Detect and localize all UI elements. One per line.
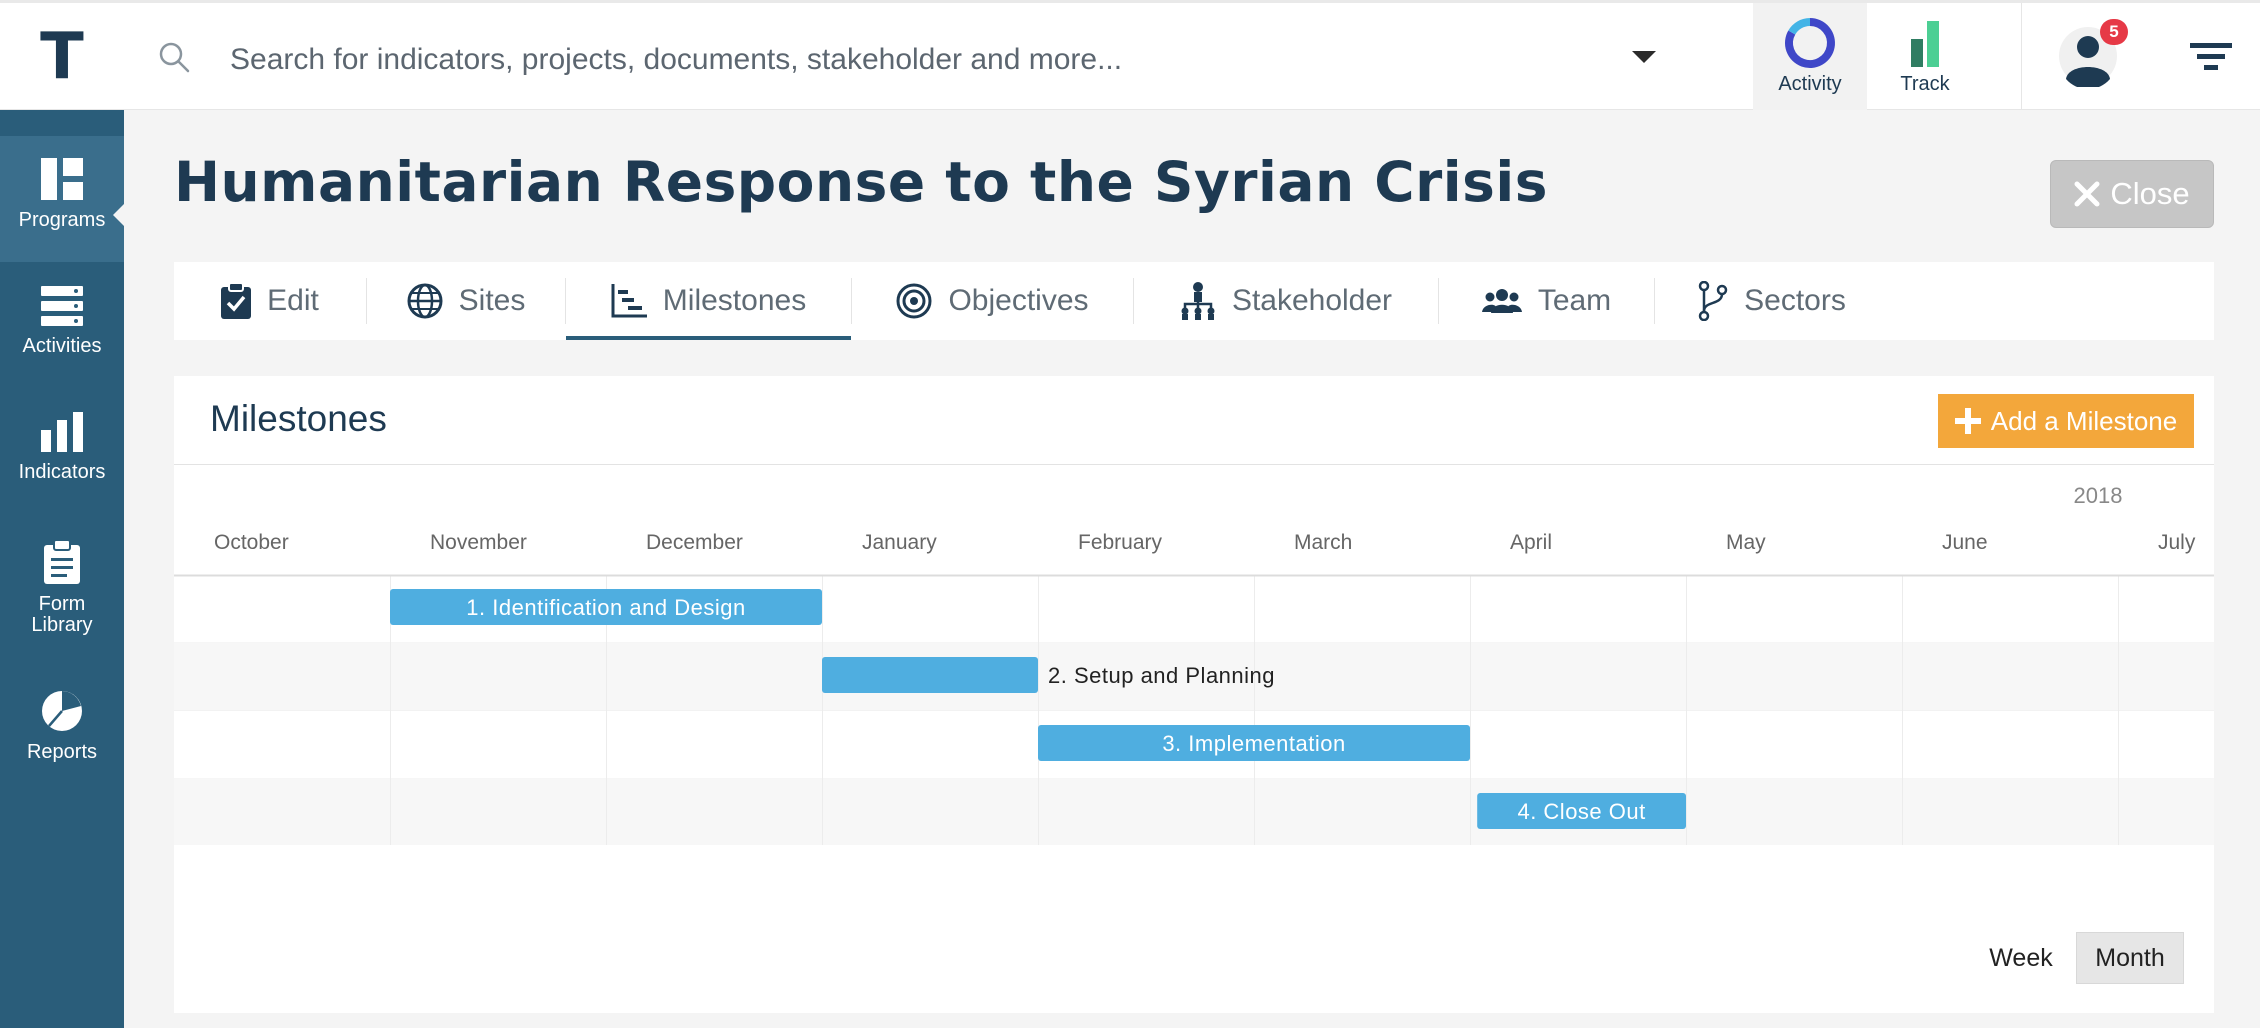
globe-icon (407, 283, 443, 319)
form-library-icon (44, 540, 80, 584)
tab-milestones[interactable]: Milestones (566, 262, 851, 340)
gantt-month-label: November (430, 531, 527, 554)
gantt-milestone-bar[interactable] (822, 657, 1038, 693)
add-milestone-button[interactable]: Add a Milestone (1938, 394, 2194, 448)
tab-label: Sectors (1744, 284, 1846, 317)
tab-stakeholder[interactable]: Stakeholder (1134, 262, 1438, 340)
milestones-card: Milestones Add a Milestone 2018 October No… (174, 376, 2214, 1013)
branch-icon (1698, 281, 1728, 321)
active-indicator (113, 204, 124, 226)
gantt-month-label: December (646, 531, 743, 554)
tab-label: Sites (458, 284, 526, 317)
close-button-label: Close (2110, 176, 2190, 211)
search-dropdown-caret-icon[interactable] (1632, 51, 1656, 63)
nav-track-button[interactable]: Track (1868, 3, 1982, 110)
gantt-month-label: January (862, 531, 937, 554)
tab-edit[interactable]: Edit (174, 262, 366, 340)
gantt-month-label: April (1510, 531, 1552, 554)
sidebar-item-label: Reports (26, 741, 98, 763)
sidebar-item-label: Form Library (31, 593, 93, 636)
tab-objectives[interactable]: Objectives (852, 262, 1133, 340)
close-icon (2074, 181, 2100, 207)
gantt-milestone-label: 1. Identification and Design (466, 595, 745, 620)
tab-label: Objectives (948, 284, 1089, 317)
gantt-month-label: October (214, 531, 289, 554)
search-icon (159, 42, 190, 73)
gantt-milestone-label: 2. Setup and Planning (1048, 663, 1275, 688)
reports-icon (42, 691, 82, 731)
tab-label: Edit (267, 284, 319, 317)
close-button[interactable]: Close (2050, 160, 2214, 228)
view-week-button[interactable]: Week (1982, 932, 2060, 984)
gantt-year-label: 2018 (2074, 483, 2123, 508)
milestones-title: Milestones (210, 398, 387, 439)
sidebar-item-label: Programs (18, 209, 106, 231)
indicators-icon (41, 412, 83, 452)
sidebar-item-reports[interactable]: Reports (0, 690, 124, 763)
activities-icon (41, 286, 83, 326)
tab-team[interactable]: Team (1439, 262, 1654, 340)
sidebar-item-form-library[interactable]: Form Library (0, 540, 124, 636)
gantt-svg: 2018 October November December January Februa… (174, 483, 2214, 845)
program-tabs: Edit Sites Milestones Objectives Stakeho… (174, 262, 2214, 340)
nav-activity-label: Activity (1778, 73, 1842, 95)
track-bars-icon (1911, 21, 1939, 67)
notification-badge[interactable]: 5 (2100, 19, 2128, 45)
org-chart-icon (1181, 282, 1215, 320)
gantt-month-label: February (1078, 531, 1163, 554)
programs-icon (41, 158, 83, 200)
target-icon (896, 283, 932, 319)
tab-sectors[interactable]: Sectors (1655, 262, 1889, 340)
sidebar-item-label: Indicators (18, 461, 106, 483)
top-bar-divider (2021, 3, 2022, 110)
tab-label: Stakeholder (1231, 284, 1393, 317)
gantt-month-label: June (1942, 531, 1988, 554)
tab-label: Milestones (662, 284, 807, 317)
filter-menu-icon[interactable] (2190, 41, 2232, 73)
sidebar-item-programs[interactable]: Programs (0, 136, 124, 262)
app-logo[interactable]: T (0, 3, 124, 110)
tab-sites[interactable]: Sites (367, 262, 565, 340)
view-month-button[interactable]: Month (2076, 932, 2184, 984)
plus-icon (1954, 408, 1981, 434)
activity-ring-icon (1785, 17, 1835, 68)
gantt-month-label: July (2158, 531, 2196, 554)
gantt-icon (611, 284, 647, 318)
milestone-gantt-chart: 2018 October November December January Februa… (174, 465, 2214, 845)
gantt-row (174, 779, 2214, 845)
sidebar-item-activities[interactable]: Activities (0, 286, 124, 357)
top-bar: T Activity Track 5 (0, 0, 2260, 110)
clipboard-check-icon (221, 283, 252, 319)
page-title: Humanitarian Response to the Syrian Cris… (174, 150, 1548, 214)
gantt-month-label: May (1726, 531, 1766, 554)
add-milestone-label: Add a Milestone (1990, 405, 2178, 436)
sidebar-item-label: Activities (22, 335, 102, 357)
gantt-month-label: March (1294, 531, 1352, 554)
sidebar: Programs Activities Indicators Form Libr… (0, 110, 124, 1028)
sidebar-item-indicators[interactable]: Indicators (0, 412, 124, 483)
users-icon (1481, 289, 1522, 313)
tab-label: Team (1537, 284, 1612, 317)
nav-activity-button[interactable]: Activity (1753, 3, 1867, 110)
gantt-milestone-label: 4. Close Out (1517, 799, 1645, 824)
nav-track-label: Track (1900, 73, 1950, 95)
gantt-milestone-label: 3. Implementation (1162, 731, 1345, 756)
search-input[interactable] (230, 33, 1610, 87)
